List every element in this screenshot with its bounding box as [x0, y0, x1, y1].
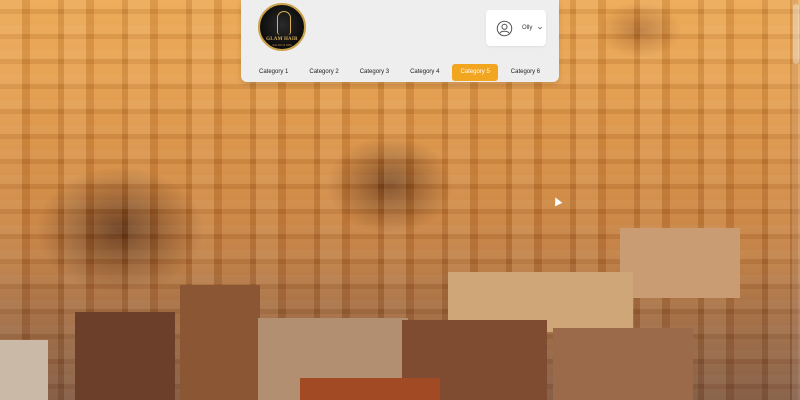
nav-item-category-4[interactable]: Category 4 [402, 64, 447, 81]
logo-name: GLAM HAIR [266, 37, 298, 42]
scrollbar-thumb[interactable] [793, 4, 799, 64]
building [75, 312, 175, 400]
nav-item-category-6[interactable]: Category 6 [503, 64, 548, 81]
nav-item-category-2[interactable]: Category 2 [301, 64, 346, 81]
user-name: Olly [522, 25, 533, 31]
nav-item-category-5[interactable]: Category 5 [452, 64, 498, 81]
category-nav: Category 1 Category 2 Category 3 Categor… [251, 64, 553, 81]
building [553, 328, 693, 400]
nav-item-category-1[interactable]: Category 1 [251, 64, 296, 81]
building [0, 340, 48, 400]
salon-logo[interactable]: GLAM HAIR SALON & SPA [258, 3, 306, 51]
user-circle-icon [496, 20, 513, 36]
building [620, 228, 740, 298]
logo-figure-icon [277, 11, 291, 35]
building [180, 285, 260, 400]
logo-tagline: SALON & SPA [272, 43, 292, 47]
building [300, 378, 440, 400]
user-menu-button[interactable]: Olly [486, 10, 546, 46]
page-scrollbar[interactable] [792, 0, 800, 400]
nav-item-category-3[interactable]: Category 3 [352, 64, 397, 81]
site-header: GLAM HAIR SALON & SPA Olly Category 1 Ca… [241, 0, 559, 82]
chevron-down-icon [538, 26, 543, 30]
